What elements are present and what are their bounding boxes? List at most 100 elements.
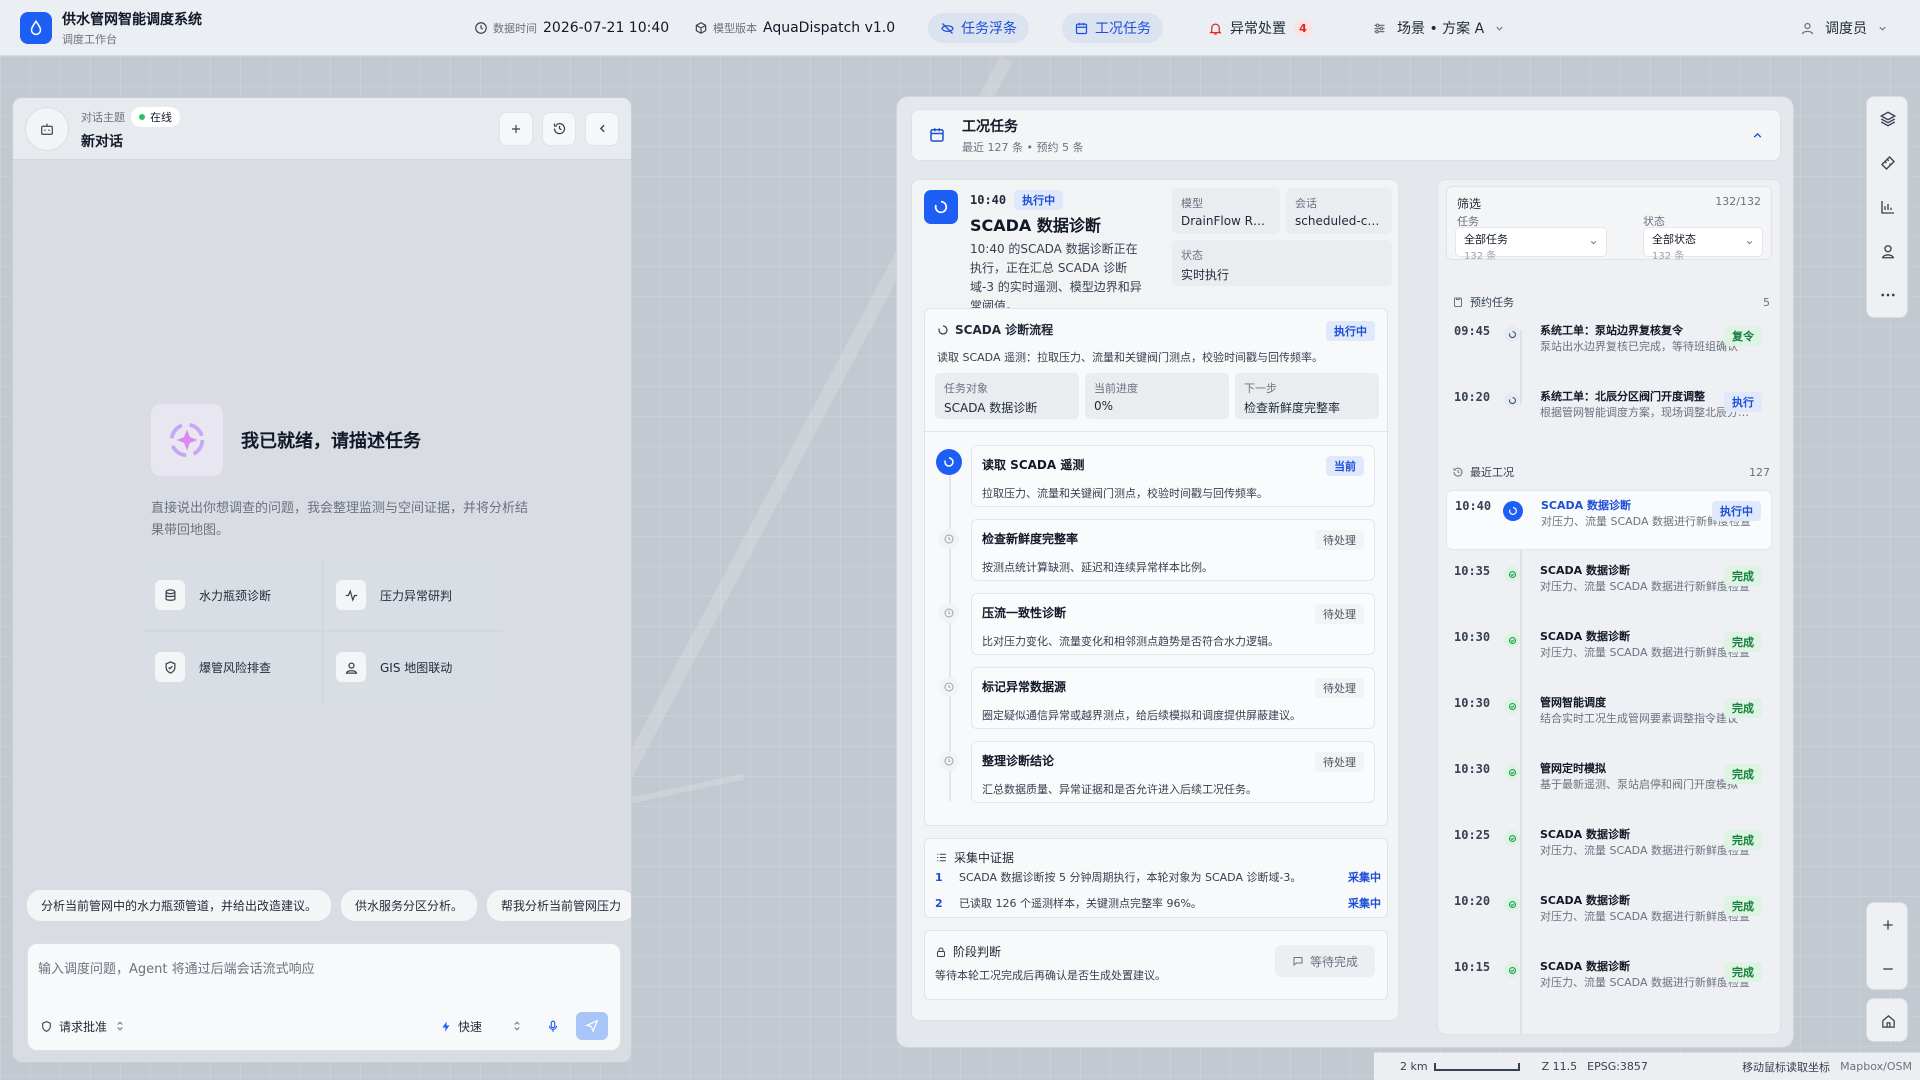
shield-icon	[155, 652, 185, 682]
speed-selector[interactable]: 快速	[440, 1018, 522, 1035]
loading-icon	[1504, 392, 1520, 408]
scheduled-item[interactable]: 10:20 系统工单：北辰分区阀门开度调整 根据管网智能调度方案，现场调整北辰分…	[1446, 382, 1772, 442]
water-drop-icon	[20, 11, 52, 44]
user-name: 调度员	[1825, 21, 1867, 37]
anomaly-button[interactable]: 异常处置 4	[1208, 0, 1312, 56]
item-title: SCADA 数据诊断	[1540, 630, 1630, 643]
chat-input-box[interactable]: 输入调度问题，Agent 将通过后端会话流式响应 请求批准 快速	[27, 943, 621, 1051]
item-status: 执行中	[1712, 501, 1761, 521]
home-button[interactable]	[1867, 999, 1909, 1043]
recent-item[interactable]: 10:30 管网智能调度 结合实时工况生成管网要素调整指令建议 完成	[1446, 688, 1772, 748]
ready-description: 直接说出你想调查的问题，我会整理监测与空间证据，并将分析结果带回地图。	[151, 501, 529, 538]
item-description: 对压力、流量 SCADA 数据进行新鲜度检查	[1540, 910, 1750, 923]
item-time: 09:45	[1454, 324, 1491, 338]
stage-description: 等待本轮工况完成后再确认是否生成处置建议。	[935, 969, 1166, 982]
step-description: 拉取压力、流量和关键阀门测点，校验时间戳与回传频率。	[982, 487, 1268, 500]
flow-step[interactable]: 检查新鲜度完整率 按测点统计算缺测、延迟和连续异常样本比例。 待处理	[971, 519, 1375, 581]
chevron-up-icon[interactable]	[1751, 129, 1764, 142]
step-status: 待处理	[1315, 604, 1364, 624]
wait-complete-button[interactable]: 等待完成	[1275, 945, 1375, 977]
new-chat-button[interactable]	[499, 111, 533, 146]
loading-icon	[938, 324, 948, 335]
item-title: 管网智能调度	[1540, 696, 1606, 709]
chevron-down-icon	[1590, 241, 1597, 245]
flow-step[interactable]: 读取 SCADA 遥测 拉取压力、流量和关键阀门测点，校验时间戳与回传频率。 当…	[971, 445, 1375, 507]
suggestion-chip[interactable]: 供水服务分区分析。	[341, 890, 478, 921]
locate-user-button[interactable]	[1867, 229, 1909, 273]
zoom-out-button[interactable]	[1867, 947, 1909, 991]
map-attribution: Mapbox/OSM	[1840, 1060, 1912, 1073]
state-filter-value: 全部状态	[1652, 233, 1696, 246]
send-button[interactable]	[576, 1012, 608, 1040]
collapse-button[interactable]	[585, 111, 619, 146]
scene-selector[interactable]: 场景 • 方案 A	[1372, 0, 1505, 56]
item-description: 对压力、流量 SCADA 数据进行新鲜度检查	[1540, 976, 1750, 989]
item-status: 完成	[1724, 632, 1762, 652]
flow-step[interactable]: 标记异常数据源 圈定疑似通信异常或越界测点，给后续模拟和调度提供屏蔽建议。 待处…	[971, 667, 1375, 729]
progress-label: 当前进度	[1094, 382, 1138, 395]
quick-action-gis[interactable]: GIS 地图联动	[324, 632, 503, 702]
plus-icon	[511, 124, 521, 133]
step-status: 待处理	[1315, 530, 1364, 550]
flow-description: 读取 SCADA 遥测：拉取压力、流量和关键阀门测点，校验时间戳与回传频率。	[937, 351, 1323, 364]
send-icon	[585, 1019, 599, 1033]
target-label: 任务对象	[944, 382, 988, 395]
quick-action-burst-risk[interactable]: 爆管风险排查	[143, 632, 322, 702]
item-time: 10:30	[1454, 762, 1491, 776]
task-filter-select[interactable]: 全部任务 132 条	[1455, 227, 1607, 262]
item-status: 复令	[1724, 326, 1762, 346]
item-title: 系统工单：泵站边界复核复令	[1540, 324, 1683, 337]
user-menu[interactable]: 调度员	[1800, 0, 1888, 56]
state-filter-select[interactable]: 全部状态 132 条	[1643, 227, 1763, 262]
item-description: 基于最新遥测、泵站启停和阀门开度模拟	[1540, 778, 1738, 791]
map-pin-user-icon	[336, 652, 366, 682]
quick-action-label: GIS 地图联动	[380, 660, 453, 675]
step-description: 比对压力变化、流量变化和相邻测点趋势是否符合水力逻辑。	[982, 635, 1279, 648]
recent-item[interactable]: 10:30 SCADA 数据诊断 对压力、流量 SCADA 数据进行新鲜度检查 …	[1446, 622, 1772, 682]
work-tasks-button[interactable]: 工况任务	[1062, 13, 1163, 43]
suggestion-chip[interactable]: 分析当前管网中的水力瓶颈管道，并给出改造建议。	[27, 890, 332, 921]
item-description: 根据管网智能调度方案，现场调整北辰分区阀门	[1540, 406, 1750, 419]
more-button[interactable]	[1867, 273, 1909, 317]
quick-action-label: 压力异常研判	[380, 588, 453, 603]
top-bar: 供水管网智能调度系统 调度工作台 数据时间 2026-07-21 10:40 模…	[0, 0, 1920, 56]
quick-action-bottleneck[interactable]: 水力瓶颈诊断	[143, 560, 322, 630]
check-circle-icon	[1504, 962, 1520, 978]
chart-button[interactable]	[1867, 185, 1909, 229]
quick-action-pressure[interactable]: 压力异常研判	[324, 560, 503, 630]
measure-button[interactable]	[1867, 141, 1909, 185]
layers-button[interactable]	[1867, 97, 1909, 141]
scheduled-count: 5	[1763, 295, 1770, 309]
loading-icon	[944, 457, 954, 467]
tasks-header[interactable]: 工况任务 最近 127 条 • 预约 5 条	[911, 109, 1781, 161]
microphone-button[interactable]	[546, 1019, 560, 1034]
float-tasks-label: 任务浮条	[961, 21, 1017, 37]
zoom-in-button[interactable]	[1867, 903, 1909, 947]
recent-item[interactable]: 10:30 管网定时模拟 基于最新遥测、泵站启停和阀门开度模拟 完成	[1446, 754, 1772, 814]
recent-item[interactable]: 10:20 SCADA 数据诊断 对压力、流量 SCADA 数据进行新鲜度检查 …	[1446, 886, 1772, 946]
chat-input-placeholder: 输入调度问题，Agent 将通过后端会话流式响应	[38, 962, 315, 977]
current-task-description: 10:40 的SCADA 数据诊断正在执行，正在汇总 SCADA 诊断域-3 的…	[970, 242, 1142, 313]
check-circle-icon	[1504, 632, 1520, 648]
chevron-left-icon	[599, 124, 605, 133]
lightning-icon	[442, 1021, 450, 1031]
recent-item[interactable]: 10:40 SCADA 数据诊断 对压力、流量 SCADA 数据进行新鲜度检查 …	[1446, 490, 1772, 550]
plus-icon	[1883, 920, 1893, 930]
next-step-value: 检查新鲜度完整率	[1244, 401, 1341, 415]
flow-step[interactable]: 压流一致性诊断 比对压力变化、流量变化和相邻测点趋势是否符合水力逻辑。 待处理	[971, 593, 1375, 655]
recent-item[interactable]: 10:25 SCADA 数据诊断 对压力、流量 SCADA 数据进行新鲜度检查 …	[1446, 820, 1772, 880]
task-filter-count: 132 条	[1464, 251, 1497, 262]
clock-icon	[939, 529, 959, 549]
flow-step[interactable]: 整理诊断结论 汇总数据质量、异常证据和是否允许进入后续工况任务。 待处理	[971, 741, 1375, 803]
recent-item[interactable]: 10:35 SCADA 数据诊断 对压力、流量 SCADA 数据进行新鲜度检查 …	[1446, 556, 1772, 616]
step-title: 标记异常数据源	[982, 680, 1067, 694]
online-label: 在线	[150, 110, 172, 124]
scale-bar	[1433, 1062, 1520, 1071]
recent-item[interactable]: 10:15 SCADA 数据诊断 对压力、流量 SCADA 数据进行新鲜度检查 …	[1446, 952, 1772, 1012]
history-button[interactable]	[542, 111, 576, 146]
float-tasks-button[interactable]: 任务浮条	[928, 13, 1029, 43]
suggestion-chip[interactable]: 帮我分析当前管网压力	[487, 890, 631, 921]
evidence-text: 已读取 126 个遥测样本，关键测点完整率 96%。	[959, 897, 1202, 910]
approval-selector[interactable]: 请求批准	[40, 1018, 125, 1035]
scheduled-item[interactable]: 09:45 系统工单：泵站边界复核复令 泵站出水边界复核已完成，等待班组确认 复…	[1446, 316, 1772, 376]
